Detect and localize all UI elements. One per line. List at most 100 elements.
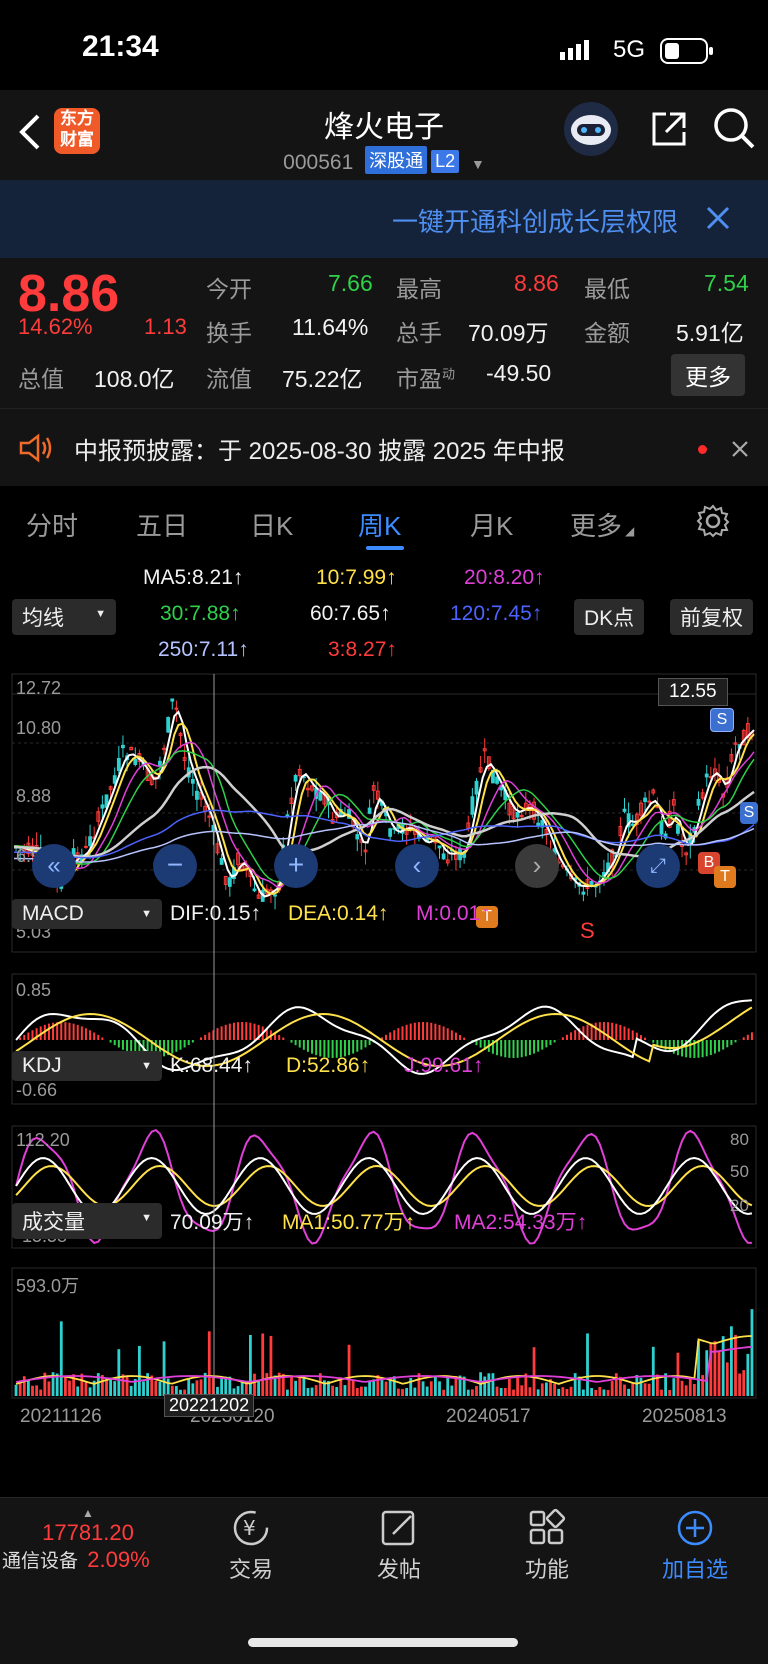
nav-functions[interactable]: 功能 [492,1508,602,1584]
macd-selector[interactable]: MACD ▼ [12,899,162,929]
search-icon[interactable] [712,106,756,155]
float-label: 流值 [206,366,252,392]
tab-intraday[interactable]: 分时 [26,506,78,543]
cursor-date-label: 20221202 [164,1394,255,1417]
amount-value: 5.91亿 [676,320,744,346]
home-indicator [248,1638,518,1647]
volume-bar [742,1370,746,1396]
close-notice-icon[interactable] [730,439,750,464]
volume-bar [47,1381,51,1396]
candle [696,791,701,810]
tab-five-day[interactable]: 五日 [136,506,188,543]
volume-chart [14,1309,754,1396]
volume-bar [660,1389,663,1396]
sell-marker-icon[interactable]: S [710,708,734,732]
promo-banner[interactable]: 一键开通科创成长层权限 [0,180,768,258]
chevron-down-icon[interactable]: ▼ [471,156,485,172]
t-marker-icon[interactable]: T [714,866,736,888]
volume-bar [676,1352,680,1396]
volume-bar [499,1388,503,1396]
kdj-level-20: 20 [730,1196,749,1215]
sell-marker-icon[interactable]: S [740,802,758,824]
volume-bar [351,1380,355,1396]
kline-chart-area[interactable]: MA5:8.21↑ 10:7.99↑ 20:8.20↑ 均线 ▼ 30:7.88↑… [0,556,768,1486]
volume-bar [429,1381,433,1396]
volume-bar [355,1388,359,1396]
volume-bar [466,1389,470,1396]
more-button[interactable]: 更多 [671,354,745,396]
nav-post[interactable]: 发帖 [344,1508,454,1584]
battery-icon [660,38,716,69]
industry-index[interactable]: ▲ 17781.20 通信设备 2.09% [0,1506,176,1573]
candle [232,859,236,885]
high-value: 8.86 [514,270,559,296]
change-amount: 1.13 [144,314,187,339]
candle [523,792,528,815]
volume-bar [142,1381,145,1396]
volume-selector[interactable]: 成交量 ▼ [12,1203,162,1239]
volume-bar [561,1387,565,1396]
candle [162,744,166,755]
active-tab-indicator [366,546,404,550]
volume-bar [680,1380,684,1396]
volume-bar [335,1386,339,1396]
volume-bar [721,1336,725,1396]
candle [289,787,294,814]
volume-bar [450,1385,454,1396]
zoom-out-icon[interactable]: − [153,844,197,888]
candle [515,804,520,828]
tab-daily-k[interactable]: 日K [250,506,293,543]
volume-bar [590,1388,594,1396]
tab-weekly-k[interactable]: 周K [358,506,401,543]
volume-ymax: 593.0万 [16,1276,80,1296]
volume-bar [528,1387,532,1396]
volume-bar [487,1373,491,1396]
volume-bar [158,1381,162,1396]
close-icon[interactable] [704,204,732,237]
volume-bar [512,1389,515,1396]
network-type: 5G [613,36,646,63]
volume-bar [372,1379,376,1396]
scroll-left-icon[interactable]: ‹ [395,844,439,888]
banner-text[interactable]: 一键开通科创成长层权限 [392,202,678,239]
candle [174,700,179,722]
notice-text[interactable]: 中报预披露：于 2025-08-30 披露 2025 年中报 [74,431,565,466]
volume-bar [503,1388,507,1396]
tab-more[interactable]: 更多 ◢ [570,506,634,543]
candle [713,757,717,782]
mktcap-value: 108.0亿 [94,366,175,392]
volume-bar [285,1389,289,1396]
kdj-level-50: 50 [730,1162,749,1181]
zoom-in-icon[interactable]: + [274,844,318,888]
volume-bar [594,1389,598,1396]
kdj-selector[interactable]: KDJ ▼ [12,1051,162,1081]
nav-trade[interactable]: ¥ 交易 [196,1508,306,1584]
notice-bar[interactable]: 中报预披露：于 2025-08-30 披露 2025 年中报 [0,408,768,487]
settings-gear-icon[interactable] [696,504,730,543]
volume-bar [129,1385,133,1396]
volume-bar [290,1376,293,1396]
kdj-ymax: 112.20 [16,1130,70,1150]
nav-add-watchlist[interactable]: 加自选 [640,1508,750,1584]
volume-bar [421,1381,425,1396]
volume-bar [261,1333,265,1396]
status-time: 21:34 [82,30,159,63]
volume-bar [343,1385,347,1396]
scroll-left-fast-icon[interactable]: « [32,844,76,888]
candle [79,848,84,869]
scroll-right-icon[interactable]: › [515,844,559,888]
macd-ymax: 0.85 [16,980,52,1000]
volume-bar [606,1389,610,1396]
robot-assistant-icon[interactable] [562,100,620,163]
kdj-d-line [15,1164,753,1208]
share-icon[interactable] [648,108,690,155]
candle [100,795,105,819]
volume-bar [298,1377,302,1396]
fullscreen-icon[interactable]: ⤢ [636,844,680,888]
tab-monthly-k[interactable]: 月K [470,506,513,543]
volume-bar [639,1377,643,1396]
volume-bar [520,1385,524,1396]
candle [478,755,483,774]
volume-bar [438,1381,441,1396]
volume-bar [14,1384,18,1396]
